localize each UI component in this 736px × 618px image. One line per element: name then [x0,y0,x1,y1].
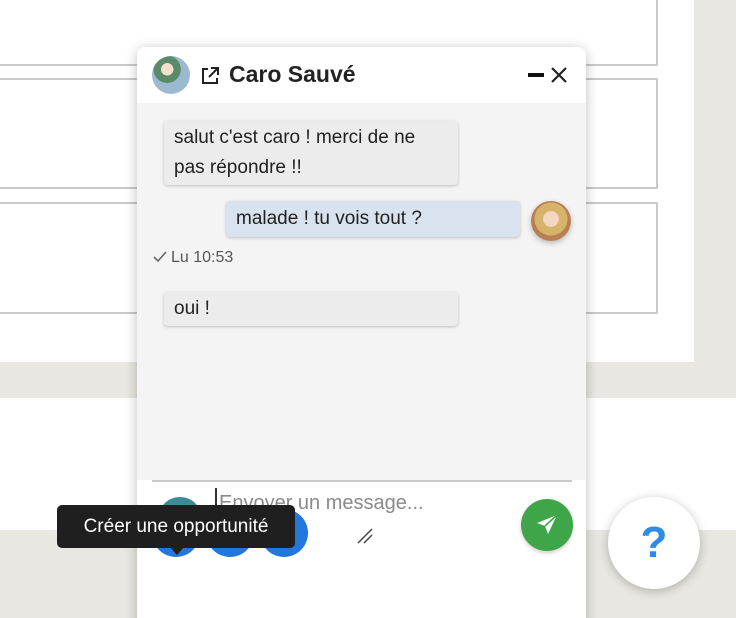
tooltip: Créer une opportunité [57,505,295,548]
tooltip-arrow [169,546,185,555]
composer-divider [152,480,572,482]
message-outgoing: malade ! tu vois tout ? [226,201,520,237]
minimize-icon[interactable] [528,67,544,83]
chat-header: Caro Sauvé [137,47,586,103]
background-right-strip [694,0,736,398]
contact-name: Caro Sauvé [229,61,356,87]
user-avatar [531,201,571,241]
contact-avatar [152,56,190,94]
open-external-icon[interactable] [199,65,221,87]
resize-grip-icon[interactable] [356,527,374,545]
close-icon[interactable] [550,66,568,84]
message-incoming: oui ! [164,292,458,326]
help-button[interactable]: ? [608,497,700,589]
read-receipt: Lu 10:53 [153,249,233,267]
send-icon [537,514,558,534]
check-icon [153,251,167,263]
composer [137,480,586,618]
read-receipt-text: Lu 10:53 [171,249,234,266]
message-incoming: salut c'est caro ! merci de ne pas répon… [164,121,458,185]
send-button[interactable] [521,499,573,551]
